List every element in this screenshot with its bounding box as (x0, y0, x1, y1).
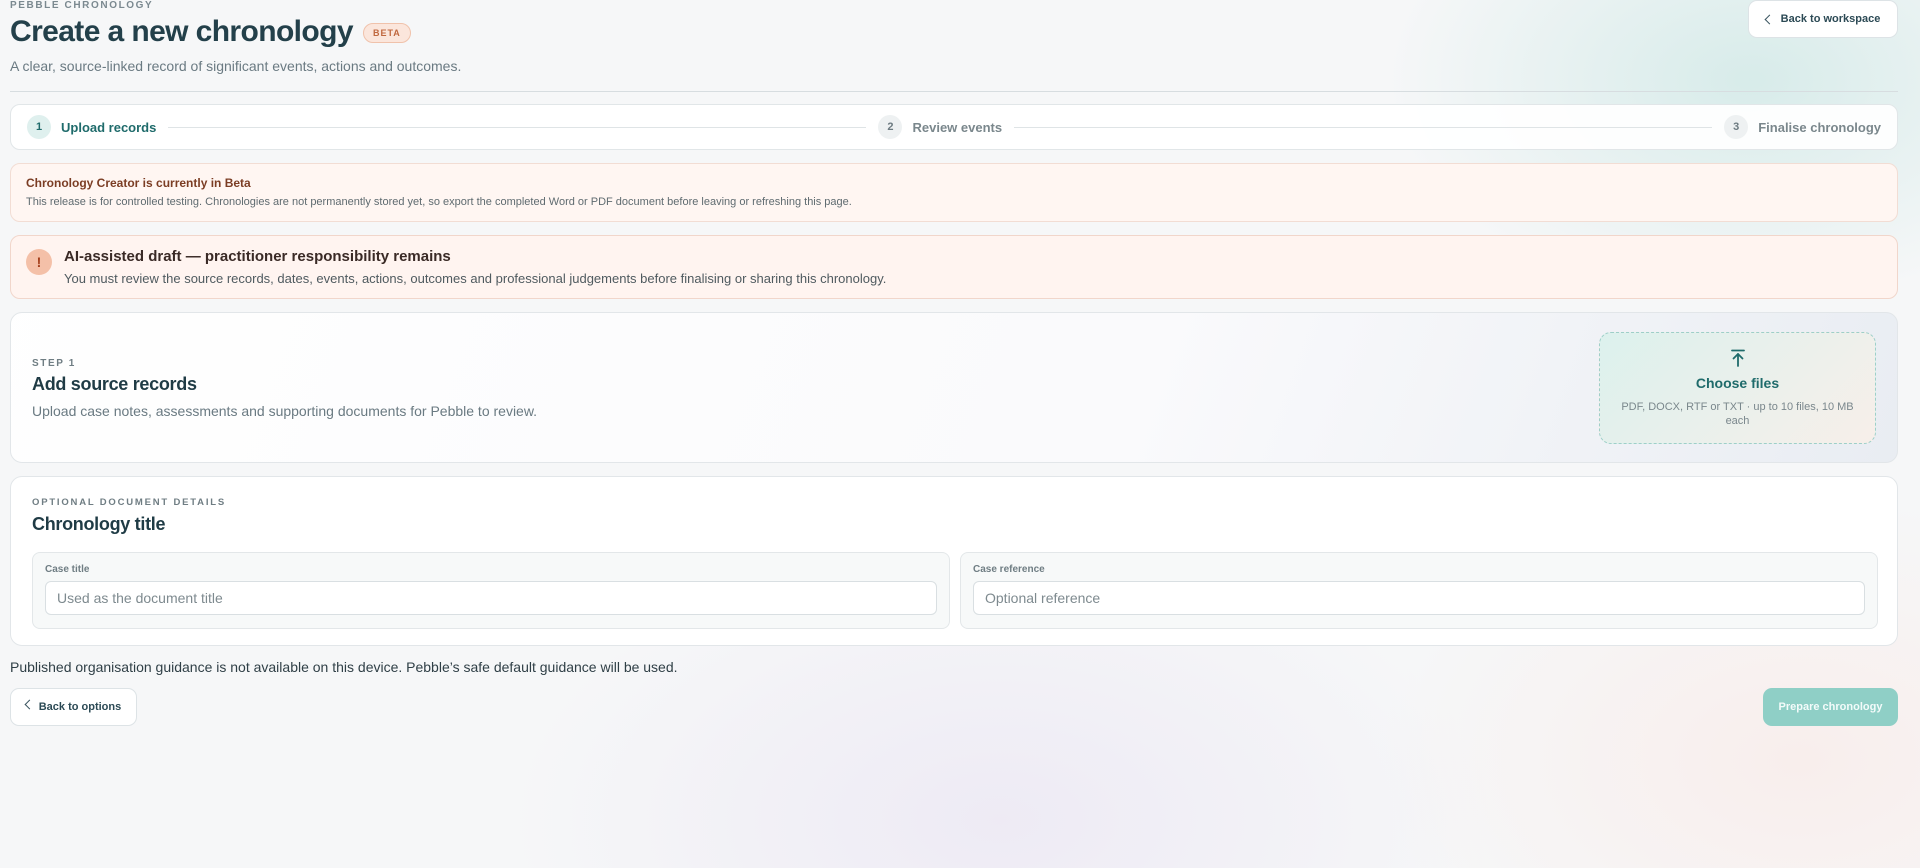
chevron-left-icon (1764, 14, 1775, 24)
upload-arrow-icon (1730, 349, 1745, 367)
step-label: Review events (912, 119, 1003, 135)
step-eyebrow: STEP 1 (32, 358, 76, 369)
app-eyebrow: PEBBLE CHRONOLOGY (10, 0, 154, 11)
chevron-left-icon (24, 699, 35, 709)
case-title-field-group: Case title (32, 552, 950, 629)
choose-files-label: Choose files (1695, 375, 1780, 391)
page-subtitle: A clear, source-linked record of signifi… (10, 58, 462, 74)
choose-files-dropzone[interactable]: Choose files PDF, DOCX, RTF or TXT · up … (1599, 332, 1876, 444)
guidance-note: Published organisation guidance is not a… (10, 659, 678, 675)
case-reference-label: Case reference (973, 564, 1045, 575)
ai-draft-notice: ! AI-assisted draft — practitioner respo… (10, 235, 1898, 299)
file-type-hint: PDF, DOCX, RTF or TXT · up to 10 files, … (1621, 401, 1854, 427)
step-number: 1 (27, 115, 51, 139)
step-number: 3 (1724, 115, 1749, 139)
step-connector (168, 126, 867, 128)
back-to-workspace-button[interactable]: Back to workspace (1748, 0, 1898, 38)
details-eyebrow: OPTIONAL DOCUMENT DETAILS (32, 497, 227, 508)
step-label: Finalise chronology (1758, 119, 1882, 135)
step-number: 2 (878, 115, 903, 139)
progress-stepper: 1 Upload records 2 Review events 3 Final… (10, 104, 1898, 150)
case-reference-field-group: Case reference (960, 552, 1878, 629)
step-upload-records[interactable]: 1 Upload records (27, 115, 156, 139)
beta-notice-title: Chronology Creator is currently in Beta (26, 176, 251, 190)
header-divider (10, 91, 1898, 92)
beta-badge: BETA (362, 23, 411, 43)
page-title: Create a new chronology (10, 15, 354, 48)
back-to-workspace-label: Back to workspace (1780, 13, 1881, 25)
upload-description: Upload case notes, assessments and suppo… (32, 403, 538, 419)
title-row: Create a new chronology BETA (10, 15, 411, 49)
ai-notice-title: AI-assisted draft — practitioner respons… (64, 248, 451, 265)
step-connector (1014, 126, 1713, 128)
back-to-options-button[interactable]: Back to options (10, 688, 137, 726)
beta-notice: Chronology Creator is currently in Beta … (10, 163, 1898, 222)
beta-notice-text: This release is for controlled testing. … (26, 196, 852, 208)
case-title-label: Case title (45, 564, 90, 575)
step-finalise-chronology[interactable]: 3 Finalise chronology (1724, 115, 1881, 139)
step-review-events[interactable]: 2 Review events (878, 115, 1002, 139)
upload-title: Add source records (32, 374, 197, 394)
back-to-options-label: Back to options (38, 701, 122, 713)
step-label: Upload records (61, 119, 157, 135)
case-reference-input[interactable] (973, 581, 1865, 615)
case-title-input[interactable] (45, 581, 937, 615)
document-details-card: OPTIONAL DOCUMENT DETAILS Chronology tit… (10, 476, 1898, 646)
upload-card: STEP 1 Add source records Upload case no… (10, 312, 1898, 463)
details-title: Chronology title (32, 514, 166, 534)
exclamation-icon: ! (26, 249, 52, 275)
prepare-chronology-button[interactable]: Prepare chronology (1763, 688, 1898, 726)
ai-notice-text: You must review the source records, date… (64, 271, 887, 286)
